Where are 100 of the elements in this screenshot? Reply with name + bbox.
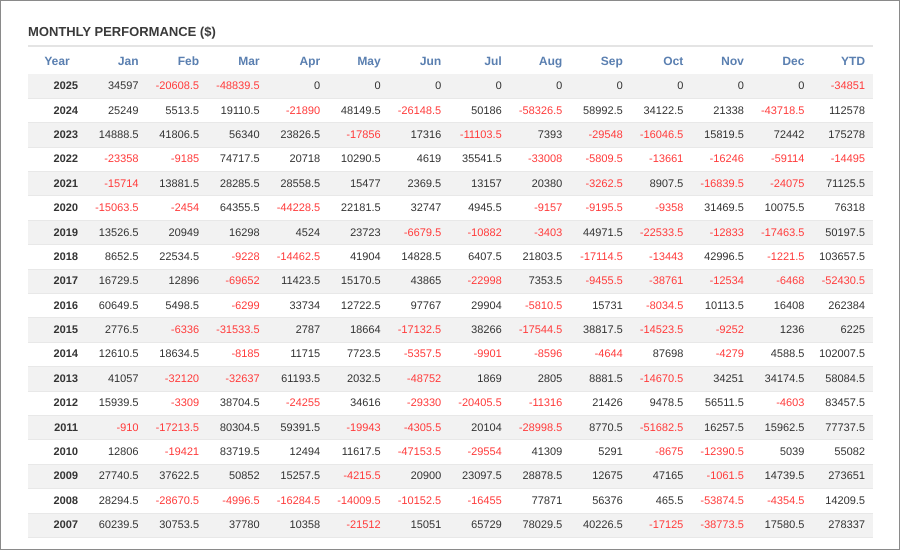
value-cell: 28294.5: [86, 488, 147, 514]
value-cell: -3403: [510, 220, 570, 245]
value-cell: 2369.5: [388, 172, 450, 196]
column-header: Sep: [570, 46, 631, 74]
value-cell: -5809.5: [570, 147, 631, 172]
value-cell: 14828.5: [388, 244, 450, 270]
value-cell: 74717.5: [207, 147, 268, 172]
value-cell: 58992.5: [570, 98, 631, 123]
value-cell: 15477: [328, 172, 389, 196]
value-cell: 7393: [510, 122, 570, 148]
value-cell: 16408: [752, 294, 812, 318]
column-header: Jan: [86, 46, 147, 74]
value-cell: 50197.5: [812, 220, 873, 245]
value-cell: -17132.5: [388, 318, 450, 342]
year-cell: 2012: [28, 391, 86, 416]
value-cell: -53874.5: [691, 488, 752, 514]
value-cell: -16455: [449, 488, 510, 514]
value-cell: 262384: [812, 294, 873, 318]
value-cell: -16284.5: [268, 488, 328, 514]
value-cell: 34616: [328, 391, 389, 416]
value-cell: -51682.5: [630, 415, 692, 440]
value-cell: 112578: [812, 98, 873, 123]
value-cell: -17213.5: [146, 415, 208, 440]
value-cell: 12806: [86, 440, 147, 464]
value-cell: -22533.5: [630, 220, 692, 245]
value-cell: -12833: [691, 220, 752, 245]
column-header: Nov: [691, 46, 752, 74]
value-cell: 34251: [691, 366, 752, 392]
year-cell: 2020: [28, 196, 86, 220]
value-cell: 20900: [388, 464, 450, 489]
value-cell: -9252: [691, 318, 752, 342]
year-cell: 2009: [28, 464, 86, 489]
value-cell: -8675: [630, 440, 692, 464]
value-cell: -13661: [630, 147, 692, 172]
column-header: Jul: [449, 46, 510, 74]
value-cell: 12610.5: [86, 342, 147, 367]
value-cell: 64355.5: [207, 196, 268, 220]
value-cell: 6225: [812, 318, 873, 342]
value-cell: 28285.5: [207, 172, 268, 196]
value-cell: -23358: [86, 147, 147, 172]
column-header: Aug: [510, 46, 570, 74]
value-cell: 72442: [752, 122, 812, 148]
value-cell: 61193.5: [268, 366, 328, 392]
value-cell: 4524: [268, 220, 328, 245]
value-cell: 13157: [449, 172, 510, 196]
column-header: Year: [28, 46, 86, 74]
year-cell: 2017: [28, 269, 86, 294]
column-header: Oct: [630, 46, 692, 74]
value-cell: 37622.5: [146, 464, 208, 489]
value-cell: -33008: [510, 147, 570, 172]
value-cell: 278337: [812, 513, 873, 538]
value-cell: 56376: [570, 488, 631, 514]
year-cell: 2011: [28, 415, 86, 440]
value-cell: 15051: [388, 513, 450, 538]
value-cell: -19421: [146, 440, 208, 464]
value-cell: 4945.5: [449, 196, 510, 220]
value-cell: 8907.5: [630, 172, 692, 196]
value-cell: 76318: [812, 196, 873, 220]
value-cell: 47165: [630, 464, 692, 489]
value-cell: -13443: [630, 244, 692, 270]
value-cell: 2787: [268, 318, 328, 342]
value-cell: -4354.5: [752, 488, 812, 514]
value-cell: 23723: [328, 220, 389, 245]
value-cell: 38266: [449, 318, 510, 342]
value-cell: 10113.5: [691, 294, 752, 318]
value-cell: -48752: [388, 366, 450, 392]
value-cell: 97767: [388, 294, 450, 318]
year-cell: 2023: [28, 122, 86, 148]
value-cell: 0: [268, 74, 328, 98]
value-cell: 21426: [570, 391, 631, 416]
column-header: Mar: [207, 46, 268, 74]
value-cell: 10075.5: [752, 196, 812, 220]
value-cell: 5039: [752, 440, 812, 464]
value-cell: 20380: [510, 172, 570, 196]
value-cell: -9901: [449, 342, 510, 367]
value-cell: 7353.5: [510, 269, 570, 294]
value-cell: 13526.5: [86, 220, 147, 245]
value-cell: 21803.5: [510, 244, 570, 270]
value-cell: 38704.5: [207, 391, 268, 416]
value-cell: 34174.5: [752, 366, 812, 392]
value-cell: 11715: [268, 342, 328, 367]
value-cell: 38817.5: [570, 318, 631, 342]
value-cell: -4215.5: [328, 464, 389, 489]
value-cell: 35541.5: [449, 147, 510, 172]
value-cell: 44971.5: [570, 220, 631, 245]
value-cell: -4305.5: [388, 415, 450, 440]
value-cell: -29330: [388, 391, 450, 416]
value-cell: 65729: [449, 513, 510, 538]
value-cell: -9358: [630, 196, 692, 220]
column-header: Feb: [146, 46, 208, 74]
value-cell: -19943: [328, 415, 389, 440]
value-cell: 30753.5: [146, 513, 208, 538]
value-cell: 50186: [449, 98, 510, 123]
column-header: YTD: [812, 46, 873, 74]
value-cell: 0: [691, 74, 752, 98]
value-cell: 48149.5: [328, 98, 389, 123]
value-cell: 37780: [207, 513, 268, 538]
value-cell: 0: [449, 74, 510, 98]
value-cell: 16298: [207, 220, 268, 245]
year-cell: 2025: [28, 74, 86, 98]
